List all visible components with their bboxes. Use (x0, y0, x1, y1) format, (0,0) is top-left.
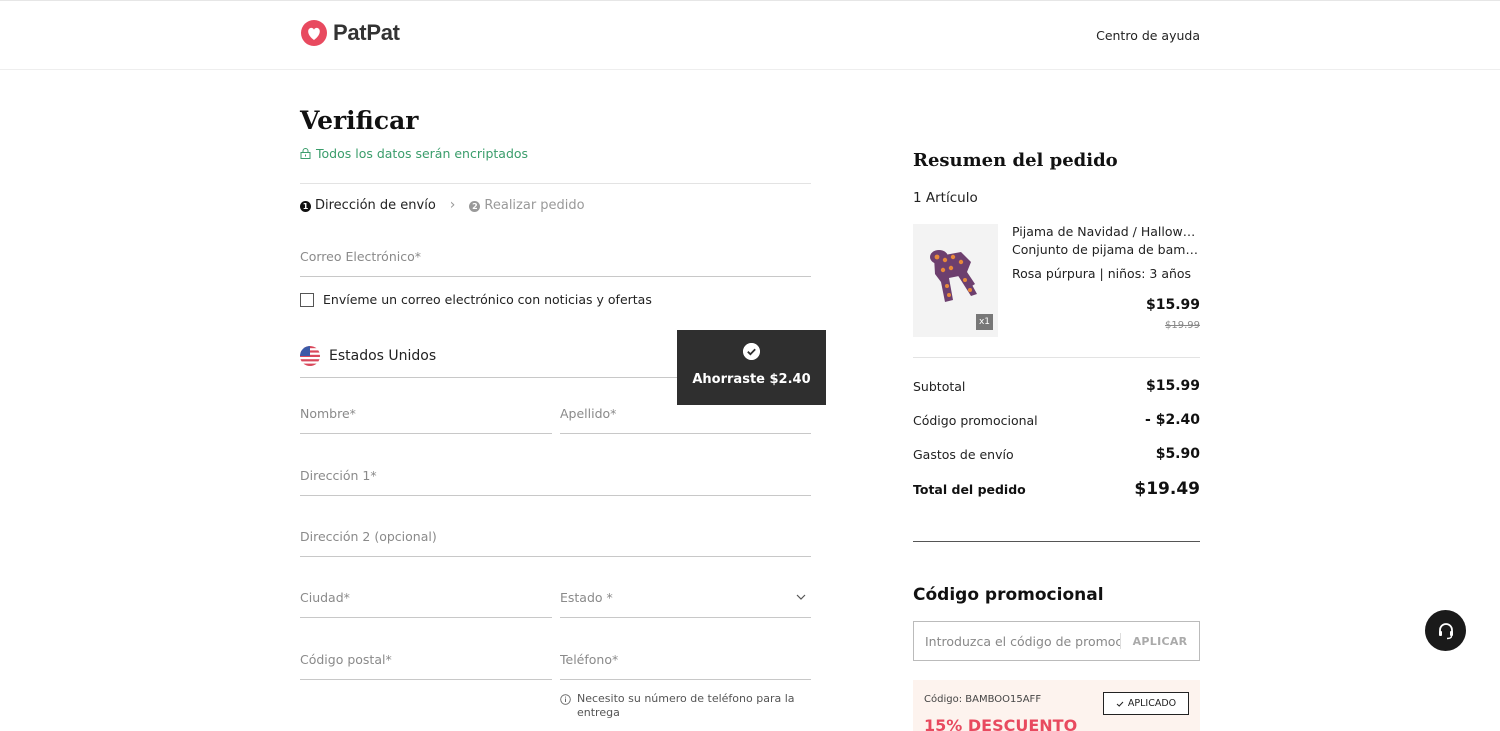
product-old-price: $19.99 (1165, 320, 1200, 331)
applied-coupon-card: Código: BAMBOO15AFF APLICADO 15% DESCUEN… (913, 680, 1200, 731)
email-field[interactable] (300, 237, 811, 275)
divider (913, 541, 1200, 542)
address2-field[interactable] (300, 517, 811, 555)
step-shipping: 1 Dirección de envío (300, 198, 436, 213)
divider (913, 357, 1200, 358)
total-value: $19.49 (1134, 479, 1200, 499)
headset-icon (1438, 622, 1453, 639)
product-variant: Rosa púrpura | niños: 3 años (1012, 266, 1192, 281)
product-name-line: Conjunto de pijama de bambú... (1012, 242, 1200, 257)
total-label: Total del pedido (913, 481, 1026, 497)
lock-icon (300, 148, 311, 159)
applied-button[interactable]: APLICADO (1103, 692, 1189, 715)
check-circle-icon (743, 343, 760, 360)
brand-logo[interactable]: PatPat (300, 19, 400, 47)
phone-note-text: Necesito su número de teléfono para la e… (577, 692, 795, 719)
first-name-wrap (300, 394, 552, 434)
country-name: Estados Unidos (329, 348, 437, 364)
city-field[interactable] (300, 578, 552, 616)
shipping-row: Gastos de envío $5.90 (913, 446, 1200, 462)
state-select[interactable] (560, 578, 811, 616)
product-name-line: Pijama de Navidad / Halloween (1012, 224, 1200, 239)
quantity-badge: x1 (976, 314, 993, 330)
row-value: $15.99 (1145, 378, 1200, 394)
coupon-code: Código: BAMBOO15AFF (924, 694, 1042, 705)
brand-name: PatPat (333, 20, 400, 45)
product-image[interactable]: x1 (913, 224, 998, 337)
address1-field[interactable] (300, 456, 811, 494)
applied-label: APLICADO (1127, 698, 1177, 709)
city-wrap (300, 578, 552, 618)
newsletter-option: Envíeme un correo electrónico con notici… (300, 292, 652, 307)
savings-toast: Ahorraste $2.40 (677, 330, 826, 405)
email-field-wrap (300, 237, 811, 277)
phone-note: Necesito su número de teléfono para la e… (560, 692, 805, 720)
chevron-right-icon: › (449, 197, 456, 213)
newsletter-label: Envíeme un correo electrónico con notici… (323, 292, 652, 307)
zip-wrap (300, 640, 552, 680)
site-header: PatPat Centro de ayuda (0, 0, 1500, 70)
address2-wrap (300, 517, 811, 557)
total-row: Total del pedido $19.49 (913, 479, 1200, 499)
phone-wrap (560, 640, 811, 680)
toast-message: Ahorraste $2.40 (692, 372, 811, 387)
product-name[interactable]: Pijama de Navidad / Halloween Conjunto d… (1012, 223, 1200, 259)
check-icon (1116, 701, 1124, 707)
patpat-logo-icon (301, 20, 327, 46)
state-select-wrap (560, 578, 811, 618)
summary-title: Resumen del pedido (913, 150, 1118, 171)
secure-note-text: Todos los datos serán encriptados (316, 146, 529, 161)
step-place-order: 2 Realizar pedido (469, 197, 585, 213)
promo-discount-row: Código promocional - $2.40 (913, 412, 1200, 428)
address1-wrap (300, 456, 811, 496)
phone-field[interactable] (560, 640, 811, 678)
row-value: - $2.40 (1145, 412, 1200, 428)
divider (300, 183, 811, 184)
product-price: $15.99 (1145, 297, 1200, 313)
step-label: Realizar pedido (484, 197, 585, 213)
promo-code-box: APLICAR (913, 621, 1200, 661)
row-label: Código promocional (913, 412, 1038, 428)
info-icon (560, 694, 571, 705)
row-label: Subtotal (913, 378, 966, 394)
checkout-steps: 1 Dirección de envío › 2 Realizar pedido (300, 197, 585, 213)
row-label: Gastos de envío (913, 446, 1014, 462)
item-count: 1 Artículo (913, 190, 978, 206)
newsletter-checkbox[interactable] (300, 292, 314, 307)
step-number: 1 (300, 200, 311, 212)
coupon-discount: 15% DESCUENTO (924, 716, 1078, 731)
page-title: Verificar (300, 106, 419, 135)
apply-promo-button[interactable]: APLICAR (1121, 635, 1199, 648)
us-flag-icon (300, 346, 320, 366)
secure-note: Todos los datos serán encriptados (300, 146, 528, 161)
first-name-field[interactable] (300, 394, 552, 432)
subtotal-row: Subtotal $15.99 (913, 378, 1200, 394)
promo-title: Código promocional (913, 585, 1104, 605)
chevron-down-icon (796, 594, 806, 600)
zip-field[interactable] (300, 640, 552, 678)
step-label: Dirección de envío (315, 197, 436, 213)
help-center-link[interactable]: Centro de ayuda (1096, 28, 1200, 43)
customer-support-button[interactable] (1425, 610, 1466, 651)
row-value: $5.90 (1155, 446, 1200, 462)
promo-code-input[interactable] (914, 622, 1120, 660)
step-number: 2 (469, 200, 481, 212)
